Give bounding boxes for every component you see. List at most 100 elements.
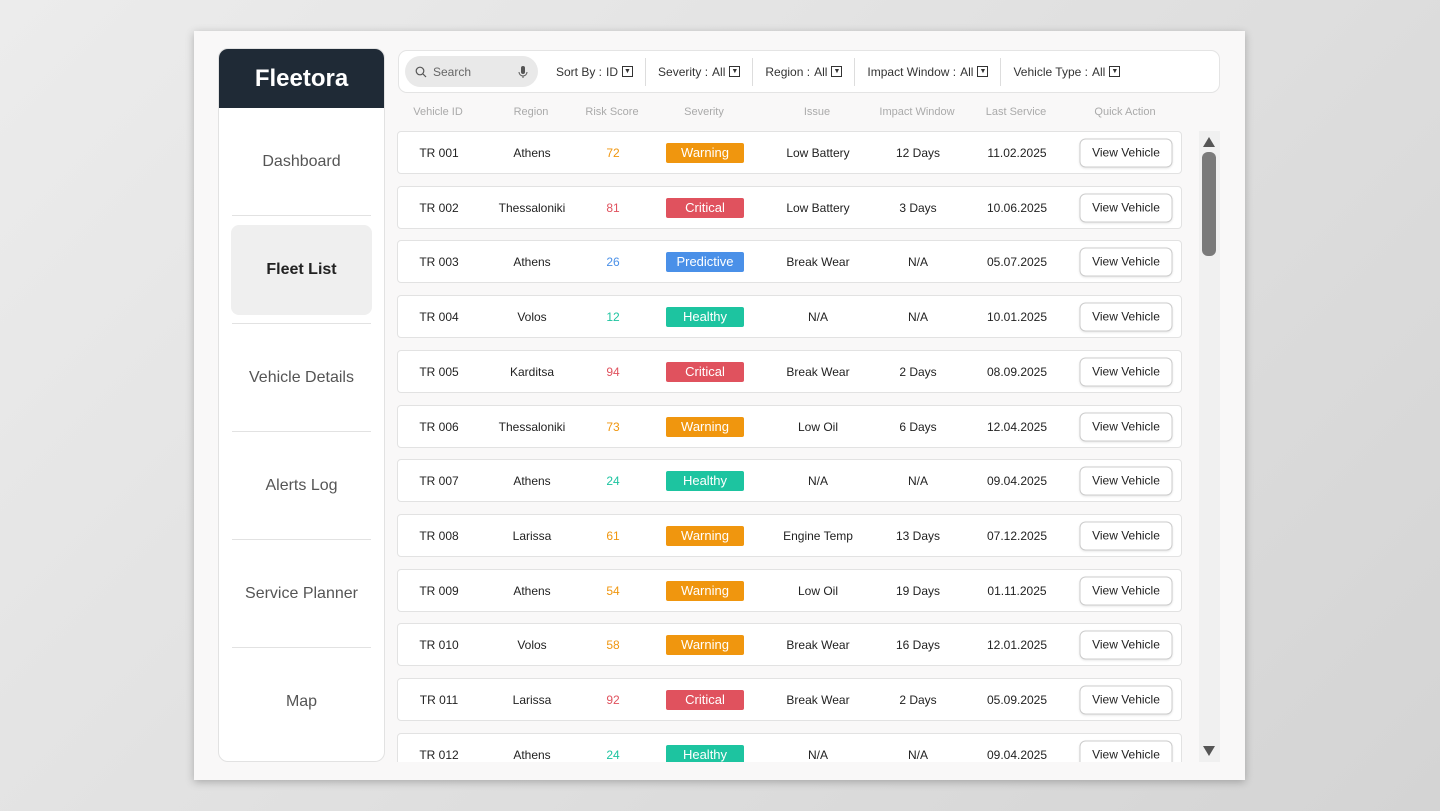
severity-badge: Warning [666, 580, 744, 601]
table-row: TR 005 Karditsa 94 Critical Break Wear 2 Days… [397, 350, 1182, 393]
scroll-down-icon[interactable] [1203, 746, 1215, 756]
cell-service: 12.01.2025 [986, 637, 1048, 652]
filter-bar: Search Sort By : ID ▼ Severity : All ▼ Region … [398, 50, 1220, 93]
severity-badge: Warning [666, 525, 744, 546]
cell-region: Athens [513, 145, 551, 160]
filter-dropdown[interactable]: Severity : All ▼ [646, 57, 754, 86]
column-header[interactable]: Quick Action [1094, 106, 1155, 118]
cell-risk: 72 [606, 145, 620, 160]
table-row: TR 006 Thessaloniki 73 Warning Low Oil 6 Days… [397, 405, 1182, 448]
cell-risk: 73 [606, 419, 620, 434]
view-vehicle-button[interactable]: View Vehicle [1079, 357, 1173, 386]
chevron-down-icon: ▼ [1109, 66, 1121, 77]
sidebar-item-dashboard[interactable]: Dashboard [219, 108, 384, 216]
view-vehicle-button[interactable]: View Vehicle [1079, 576, 1173, 605]
column-header[interactable]: Risk Score [585, 106, 638, 118]
cell-impact: 13 Days [895, 528, 941, 543]
table-row: TR 004 Volos 12 Healthy N/A N/A 10.01.2025 View… [397, 295, 1182, 338]
cell-risk: 24 [606, 473, 620, 488]
cell-region: Athens [513, 583, 551, 598]
column-header[interactable]: Vehicle ID [413, 106, 463, 118]
cell-issue: Low Battery [786, 200, 850, 215]
cell-service: 01.11.2025 [987, 583, 1047, 598]
sidebar-item-label: Map [285, 693, 318, 710]
cell-region: Thessaloniki [498, 419, 566, 434]
logo: Fleetora [219, 49, 384, 108]
cell-risk: 81 [606, 200, 620, 215]
column-header[interactable]: Issue [804, 106, 830, 118]
table-row: TR 003 Athens 26 Predictive Break Wear N/A 05.… [397, 240, 1182, 283]
sidebar-item-label: Service Planner [245, 585, 358, 602]
filter-dropdown[interactable]: Sort By : ID ▼ [544, 57, 647, 86]
severity-badge: Healthy [666, 470, 744, 491]
view-vehicle-button[interactable]: View Vehicle [1079, 138, 1173, 167]
microphone-icon[interactable] [518, 65, 528, 79]
sidebar-item-service-planner[interactable]: Service Planner [219, 540, 384, 648]
cell-service: 10.06.2025 [986, 200, 1048, 215]
view-vehicle-button[interactable]: View Vehicle [1079, 302, 1173, 331]
column-header[interactable]: Last Service [986, 106, 1047, 118]
sidebar-item-fleet-list[interactable]: Fleet List [219, 216, 384, 324]
table-header: Vehicle ID Region Risk Score Severity Issue I… [397, 106, 1182, 122]
sidebar-item-alerts-log[interactable]: Alerts Log [219, 432, 384, 540]
table-row: TR 010 Volos 58 Warning Break Wear 16 Days 12.… [397, 623, 1182, 666]
table-row: TR 012 Athens 24 Healthy N/A N/A 09.04.2025 Vie… [397, 733, 1182, 762]
cell-impact: 19 Days [895, 583, 941, 598]
search-icon [415, 66, 427, 77]
cell-id: TR 009 [419, 583, 459, 598]
cell-impact: 2 Days [899, 364, 937, 379]
cell-risk: 24 [606, 747, 620, 762]
view-vehicle-button[interactable]: View Vehicle [1079, 466, 1173, 495]
column-header[interactable]: Impact Window [879, 106, 954, 118]
cell-region: Volos [517, 637, 547, 652]
sidebar-item-vehicle-details[interactable]: Vehicle Details [219, 324, 384, 432]
cell-id: TR 001 [419, 145, 459, 160]
cell-impact: N/A [907, 309, 929, 324]
cell-service: 11.02.2025 [987, 145, 1047, 160]
cell-id: TR 002 [419, 200, 459, 215]
cell-id: TR 005 [419, 364, 459, 379]
severity-badge: Healthy [666, 744, 744, 762]
scrollbar[interactable] [1199, 131, 1220, 762]
cell-service: 09.04.2025 [986, 473, 1048, 488]
filter-dropdown[interactable]: Impact Window : All ▼ [855, 57, 1002, 86]
cell-issue: N/A [807, 747, 829, 762]
view-vehicle-button[interactable]: View Vehicle [1079, 630, 1173, 659]
sidebar: Fleetora Dashboard Fleet List Vehicle Deta… [218, 48, 385, 762]
view-vehicle-button[interactable]: View Vehicle [1079, 193, 1173, 222]
view-vehicle-button[interactable]: View Vehicle [1079, 685, 1173, 714]
cell-impact: 6 Days [899, 419, 937, 434]
table-row: TR 001 Athens 72 Warning Low Battery 12 Days 1… [397, 131, 1182, 174]
severity-badge: Predictive [666, 251, 744, 272]
cell-issue: Low Oil [797, 419, 839, 434]
scrollbar-thumb[interactable] [1202, 152, 1216, 256]
view-vehicle-button[interactable]: View Vehicle [1079, 740, 1173, 762]
column-header[interactable]: Region [514, 106, 549, 118]
scroll-up-icon[interactable] [1203, 137, 1215, 147]
cell-id: TR 004 [419, 309, 459, 324]
cell-impact: 2 Days [899, 692, 937, 707]
cell-issue: Break Wear [786, 364, 850, 379]
view-vehicle-button[interactable]: View Vehicle [1079, 247, 1173, 276]
column-header[interactable]: Severity [684, 106, 724, 118]
table-row: TR 008 Larissa 61 Warning Engine Temp 13 Days… [397, 514, 1182, 557]
filter-label: Region : [765, 64, 811, 79]
filter-label: Vehicle Type : [1013, 64, 1088, 79]
filter-dropdown[interactable]: Region : All ▼ [753, 57, 856, 86]
sidebar-item-map[interactable]: Map [219, 648, 384, 756]
cell-service: 07.12.2025 [986, 528, 1048, 543]
filter-dropdown[interactable]: Vehicle Type : All ▼ [1001, 58, 1132, 86]
table-row: TR 011 Larissa 92 Critical Break Wear 2 Days 0… [397, 678, 1182, 721]
cell-id: TR 003 [419, 254, 459, 269]
view-vehicle-button[interactable]: View Vehicle [1079, 412, 1173, 441]
view-vehicle-button[interactable]: View Vehicle [1079, 521, 1173, 550]
search-input[interactable]: Search [405, 56, 538, 87]
cell-issue: Break Wear [786, 254, 850, 269]
cell-id: TR 006 [419, 419, 459, 434]
cell-id: TR 011 [419, 692, 459, 707]
search-placeholder: Search [433, 64, 472, 79]
cell-risk: 61 [606, 528, 620, 543]
severity-badge: Critical [666, 689, 744, 710]
sidebar-item-label: Dashboard [262, 153, 341, 170]
cell-region: Larissa [512, 528, 552, 543]
